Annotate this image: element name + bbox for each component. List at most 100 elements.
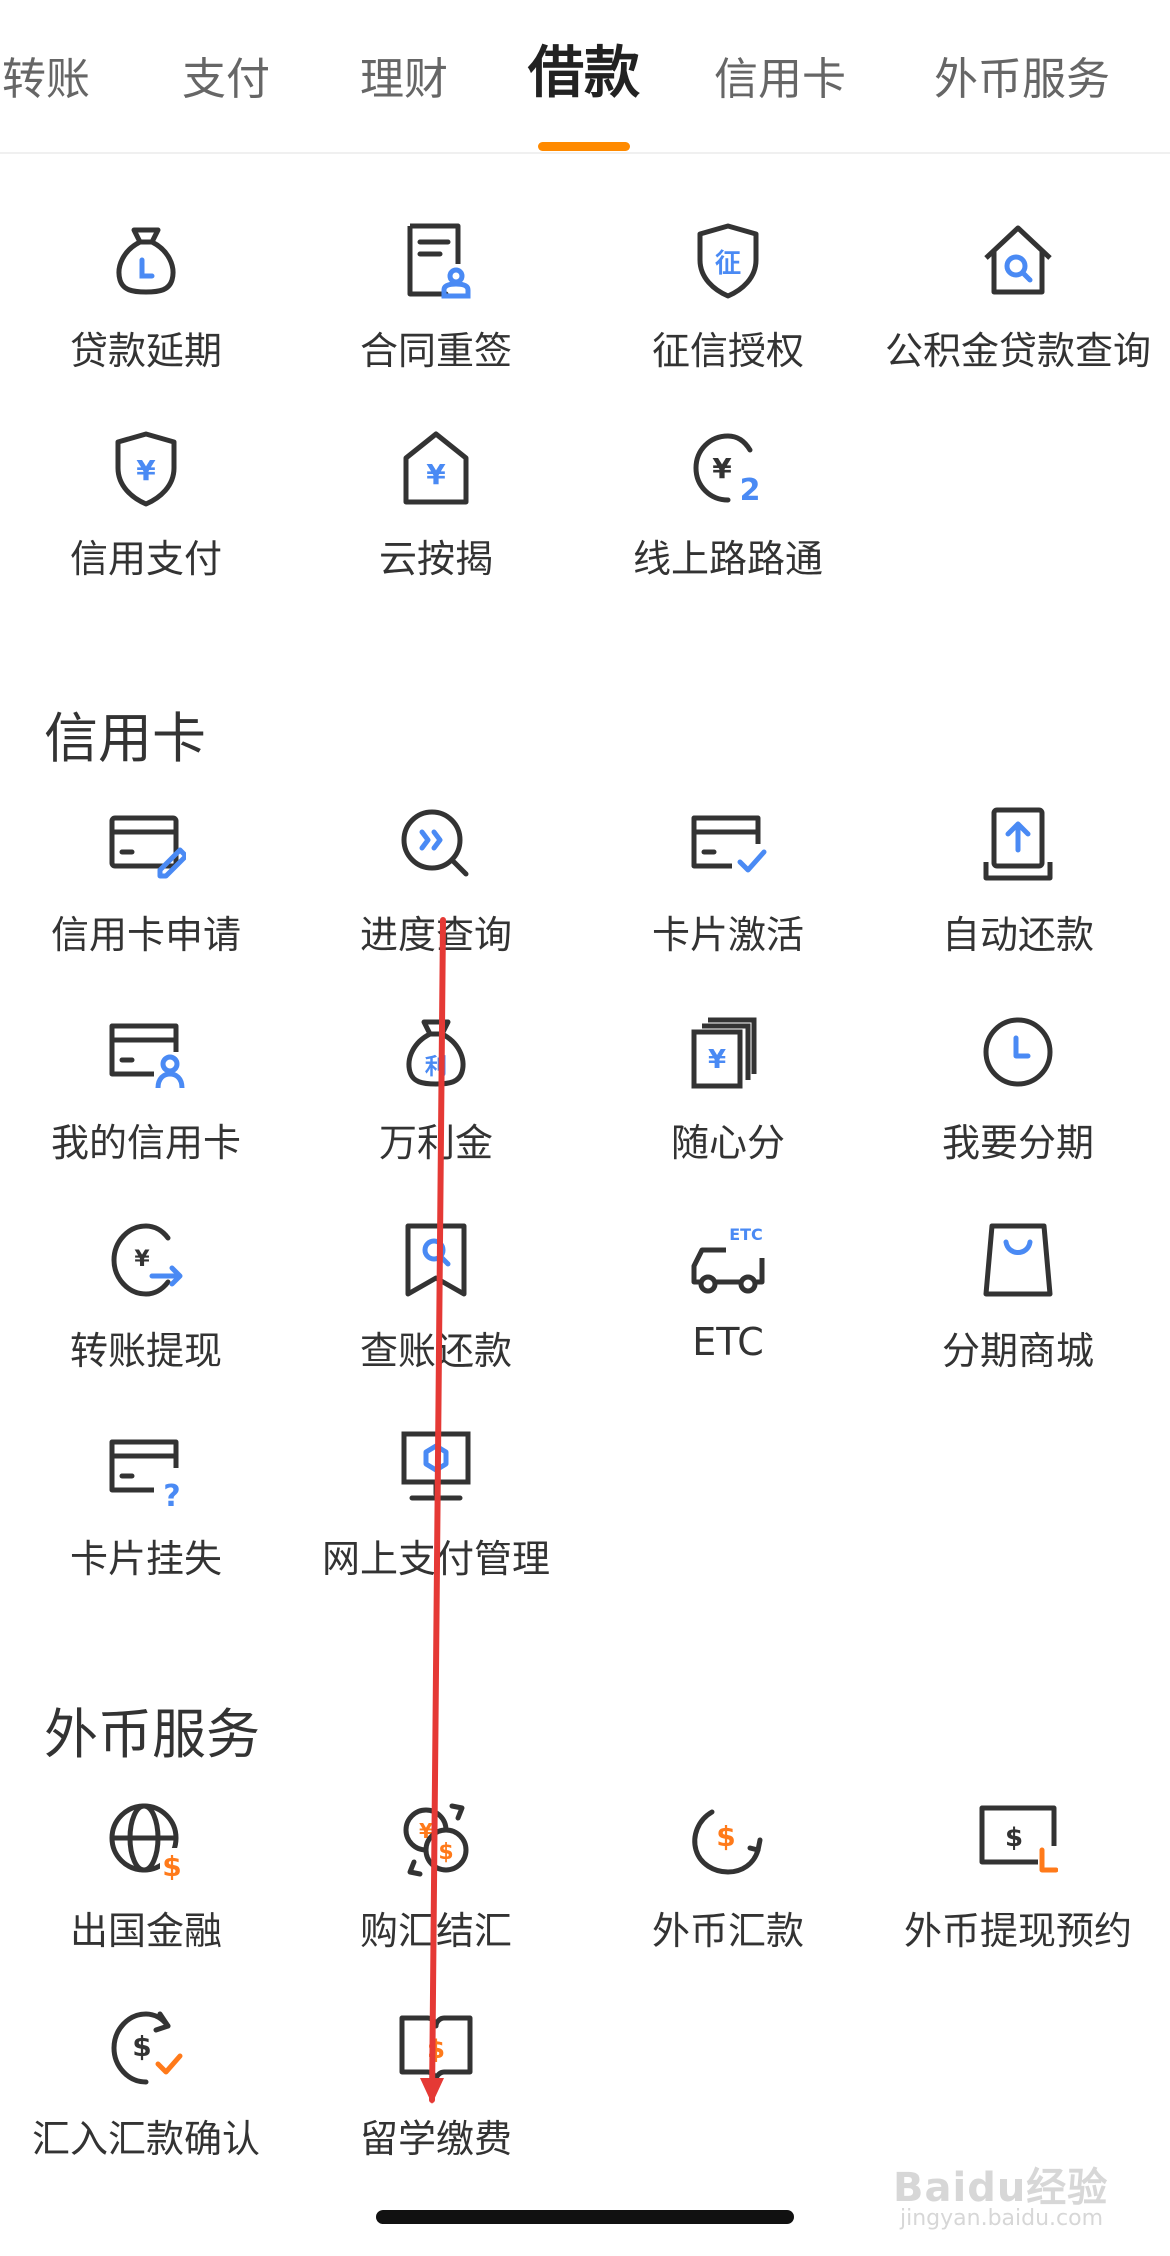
section-title-credit-card: 信用卡 [44, 707, 206, 770]
tile-label: 查账还款 [359, 1329, 512, 1373]
credit-card-apply-button[interactable]: 信用卡申请 [0, 804, 292, 974]
auto-repay-icon [983, 807, 1053, 881]
tile-label: 征信授权 [651, 329, 804, 373]
tile-label: 外币提现预约 [903, 1909, 1132, 1953]
svg-text:¥: ¥ [712, 452, 732, 485]
tab-loan[interactable]: 借款 [528, 44, 640, 104]
contract-resign-button[interactable]: 合同重签 [290, 220, 582, 390]
home-indicator[interactable] [376, 2210, 794, 2224]
monitor-icon [401, 1431, 471, 1501]
forex-remittance-button[interactable]: $ 外币汇款 [582, 1800, 874, 1970]
money-bag-icon [116, 227, 176, 295]
installment-button[interactable]: 我要分期 [872, 1012, 1164, 1182]
suixinfen-button[interactable]: ¥ 随心分 [582, 1012, 874, 1182]
credit-shield-icon: 征 [697, 223, 759, 299]
yuan-shield-icon: ¥ [115, 431, 177, 507]
transfer-withdraw-icon: ¥ [111, 1223, 183, 1297]
tile-label: 卡片挂失 [69, 1537, 222, 1581]
card-check-icon [691, 815, 767, 873]
tile-label: 云按揭 [378, 537, 493, 581]
etc-car-icon: ETC [691, 1225, 765, 1294]
svg-text:$: $ [716, 1820, 735, 1853]
tile-label: 随心分 [670, 1121, 785, 1165]
tile-label: 信用支付 [69, 537, 222, 581]
housing-fund-loan-query-button[interactable]: 公积金贷款查询 [872, 220, 1164, 390]
card-activation-button[interactable]: 卡片激活 [582, 804, 874, 974]
tile-label: 留学缴费 [359, 2117, 512, 2161]
study-fee-icon: $ [399, 2015, 473, 2083]
globe-dollar-icon: $ [109, 1803, 186, 1880]
dollar-screen-icon: $ [979, 1805, 1058, 1873]
house-search-icon [984, 225, 1052, 295]
credit-payment-button[interactable]: ¥ 信用支付 [0, 428, 292, 598]
tile-label: 公积金贷款查询 [884, 329, 1151, 373]
tile-label: 分期商城 [941, 1329, 1094, 1373]
yuan-notes-icon: ¥ [691, 1017, 757, 1089]
svg-text:$: $ [427, 2035, 445, 2065]
card-user-icon [109, 1023, 185, 1089]
my-credit-card-button[interactable]: 我的信用卡 [0, 1012, 292, 1182]
card-question-icon: ? [109, 1439, 181, 1508]
svg-text:$: $ [132, 2030, 151, 2063]
transfer-withdraw-button[interactable]: ¥ 转账提现 [0, 1220, 292, 1390]
forex-withdraw-reservation-button[interactable]: $ 外币提现预约 [872, 1800, 1164, 1970]
top-tab-bar: 转账 支付 理财 借款 信用卡 外币服务 [0, 0, 1170, 154]
tile-label: 卡片激活 [651, 913, 804, 957]
currency-exchange-button[interactable]: ¥ $ 购汇结汇 [290, 1800, 582, 1970]
svg-text:¥: ¥ [708, 1045, 726, 1075]
svg-text:$: $ [162, 1850, 181, 1880]
loan-extension-button[interactable]: 贷款延期 [0, 220, 292, 390]
study-abroad-fee-button[interactable]: $ 留学缴费 [290, 2008, 582, 2178]
tile-label: 外币汇款 [651, 1909, 804, 1953]
watermark-url: jingyan.baidu.com [900, 2206, 1104, 2231]
tab-forex[interactable]: 外币服务 [934, 50, 1110, 110]
bill-repay-button[interactable]: 查账还款 [290, 1220, 582, 1390]
svg-text:?: ? [163, 1479, 180, 1508]
svg-text:¥: ¥ [136, 454, 156, 487]
tile-label: 信用卡申请 [50, 913, 241, 957]
tile-label: 汇入汇款确认 [31, 2117, 260, 2161]
tab-wealth[interactable]: 理财 [360, 50, 448, 110]
contract-icon [407, 223, 471, 299]
svg-text:$: $ [438, 1840, 453, 1865]
etc-button[interactable]: ETC ETC [582, 1220, 874, 1390]
yuan-cycle-icon: ¥ 2 [693, 433, 761, 508]
tile-label: 线上路路通 [632, 537, 823, 581]
yuan-house-icon: ¥ [403, 431, 469, 505]
svg-text:征: 征 [715, 249, 741, 279]
progress-query-button[interactable]: 进度查询 [290, 804, 582, 974]
tile-label: 出国金融 [69, 1909, 222, 1953]
online-payment-management-button[interactable]: 网上支付管理 [290, 1428, 582, 1598]
inward-remittance-confirm-button[interactable]: $ 汇入汇款确认 [0, 2008, 292, 2178]
cloud-mortgage-button[interactable]: ¥ 云按揭 [290, 428, 582, 598]
currency-exchange-icon: ¥ $ [403, 1803, 469, 1877]
tab-credit-card[interactable]: 信用卡 [714, 50, 846, 110]
card-edit-icon [109, 815, 186, 879]
tile-label: 网上支付管理 [321, 1537, 550, 1581]
svg-text:利: 利 [425, 1055, 447, 1080]
tile-label: 贷款延期 [69, 329, 222, 373]
credit-authorization-button[interactable]: 征 征信授权 [582, 220, 874, 390]
online-lulutong-button[interactable]: ¥ 2 线上路路通 [582, 428, 874, 598]
overseas-finance-button[interactable]: $ 出国金融 [0, 1800, 292, 1970]
section-title-forex: 外币服务 [44, 1703, 260, 1766]
card-report-loss-button[interactable]: ? 卡片挂失 [0, 1428, 292, 1598]
svg-text:2: 2 [740, 473, 761, 508]
dollar-send-icon: $ [692, 1809, 763, 1875]
tab-transfer[interactable]: 转账 [2, 50, 90, 110]
tile-label: 购汇结汇 [359, 1909, 512, 1953]
clock-icon [983, 1017, 1053, 1087]
tile-label: 进度查询 [359, 913, 512, 957]
auto-repayment-button[interactable]: 自动还款 [872, 804, 1164, 974]
svg-text:¥: ¥ [134, 1247, 150, 1272]
tab-payment[interactable]: 支付 [182, 50, 270, 110]
shopping-bag-icon [983, 1223, 1053, 1297]
tile-label: 我要分期 [941, 1121, 1094, 1165]
progress-search-icon [401, 809, 469, 877]
bill-search-icon [405, 1223, 467, 1297]
wanlijin-button[interactable]: 利 万利金 [290, 1012, 582, 1182]
tile-label: 合同重签 [359, 329, 512, 373]
svg-text:$: $ [1005, 1823, 1023, 1853]
installment-mall-button[interactable]: 分期商城 [872, 1220, 1164, 1390]
tile-label: 自动还款 [941, 913, 1094, 957]
